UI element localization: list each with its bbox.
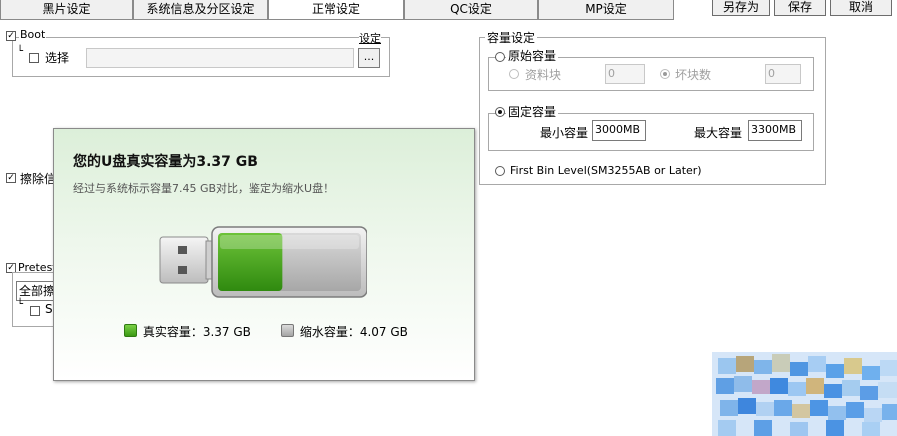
tab-normal-settings[interactable]: 正常设定: [268, 0, 404, 20]
select-label: 选择: [45, 51, 70, 65]
max-capacity-label: 最大容量: [694, 126, 743, 140]
erase-label: 擦除信: [20, 172, 57, 186]
capacity-group-title: 容量设定: [485, 29, 538, 46]
material-block-radio[interactable]: [509, 69, 519, 79]
popup-subtitle: 经过与系统标示容量7.45 GB对比，鉴定为缩水U盘！: [73, 182, 335, 195]
pretest-sub-label: S: [45, 302, 53, 316]
boot-label: Boot: [19, 28, 47, 41]
tab-qc-settings[interactable]: QC设定: [404, 0, 538, 20]
bad-block-field[interactable]: 0: [765, 64, 801, 84]
min-capacity-field[interactable]: 3000MB: [592, 120, 646, 141]
legend-real-text: 真实容量：3.37 GB: [142, 325, 251, 339]
pretest-sub-checkbox[interactable]: [30, 306, 40, 316]
bad-block-label: 坏块数: [675, 68, 712, 82]
capacity-result-popup: 您的U盘真实容量为3.37 GB 经过与系统标示容量7.45 GB对比，鉴定为缩…: [53, 128, 475, 381]
legend-real-swatch: [124, 324, 137, 337]
boot-checkbox[interactable]: ✓: [6, 31, 16, 41]
browse-button[interactable]: ...: [358, 48, 380, 68]
tab-black-chip[interactable]: 黑片设定: [0, 0, 133, 20]
select-checkbox[interactable]: [29, 53, 39, 63]
pretest-dropdown[interactable]: 全部擦: [16, 281, 56, 301]
max-capacity-field[interactable]: 3300MB: [748, 120, 802, 141]
material-block-field[interactable]: 0: [605, 64, 645, 84]
save-as-button[interactable]: 另存为: [712, 0, 770, 16]
tab-system-partition[interactable]: 系统信息及分区设定: [133, 0, 268, 20]
legend-real: 真实容量：3.37 GB: [124, 323, 251, 340]
tree-connector: └: [17, 46, 24, 57]
material-block-label: 资料块: [525, 68, 562, 82]
usb-connector: [159, 236, 209, 284]
pretest-tree-connector: └: [17, 299, 24, 310]
min-capacity-label: 最小容量: [540, 126, 589, 140]
first-bin-label: First Bin Level(SM3255AB or Later): [510, 164, 702, 177]
original-capacity-radio[interactable]: [495, 52, 505, 62]
fixed-capacity-radio[interactable]: [495, 107, 505, 117]
legend-shrink: 缩水容量：4.07 GB: [281, 323, 408, 340]
usb-connector-hole-bottom: [178, 266, 187, 274]
bad-block-radio[interactable]: [660, 69, 670, 79]
legend-shrink-text: 缩水容量：4.07 GB: [299, 325, 408, 339]
fixed-capacity-label: 固定容量: [506, 103, 559, 120]
boot-set-label[interactable]: 设定: [359, 30, 381, 46]
cancel-button[interactable]: 取消: [830, 0, 892, 16]
first-bin-radio[interactable]: [495, 166, 505, 176]
legend-shrink-swatch: [281, 324, 294, 337]
popup-title: 您的U盘真实容量为3.37 GB: [73, 154, 258, 170]
pixelated-watermark: [712, 352, 897, 436]
save-button[interactable]: 保存: [774, 0, 826, 16]
erase-checkbox[interactable]: ✓: [6, 173, 16, 183]
usb-connector-hole-top: [178, 246, 187, 254]
original-capacity-label: 原始容量: [506, 47, 559, 64]
usb-drive-illustration: [159, 226, 367, 298]
tab-mp-settings[interactable]: MP设定: [538, 0, 674, 20]
boot-path-field[interactable]: [86, 48, 354, 68]
usb-fill-shine: [220, 235, 359, 249]
